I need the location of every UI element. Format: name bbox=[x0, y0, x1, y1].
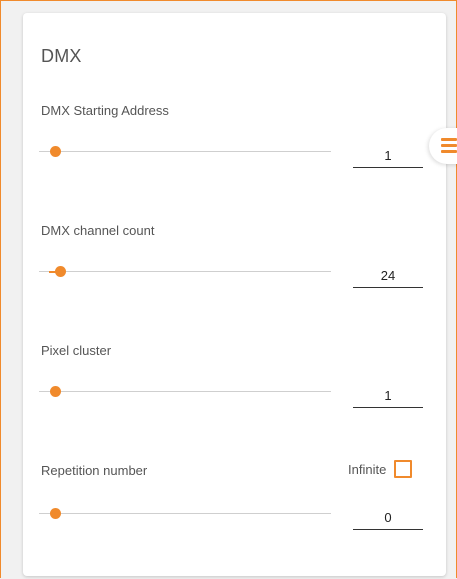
dmx-channel-count-input[interactable] bbox=[353, 263, 423, 288]
dmx-starting-address-slider[interactable] bbox=[39, 146, 331, 157]
pixel-cluster-label: Pixel cluster bbox=[41, 343, 112, 358]
infinite-label: Infinite bbox=[348, 461, 387, 477]
dmx-channel-count-slider[interactable] bbox=[39, 266, 331, 277]
pixel-cluster-slider[interactable] bbox=[39, 386, 331, 397]
dmx-channel-count-label: DMX channel count bbox=[41, 223, 155, 238]
infinite-option[interactable]: Infinite bbox=[348, 460, 413, 478]
pixel-cluster-input[interactable] bbox=[353, 383, 423, 408]
dmx-starting-address-label: DMX Starting Address bbox=[41, 103, 169, 118]
slider-thumb[interactable] bbox=[49, 386, 61, 397]
app-frame: DMX DMX Starting Address DMX channel cou… bbox=[0, 0, 457, 578]
card-title: DMX bbox=[41, 46, 82, 66]
slider-thumb[interactable] bbox=[49, 508, 61, 519]
repetition-number-slider[interactable] bbox=[39, 508, 331, 519]
menu-toggle-button[interactable] bbox=[429, 128, 457, 164]
repetition-number-label: Repetition number bbox=[41, 463, 148, 478]
repetition-number-input[interactable] bbox=[353, 505, 423, 530]
slider-thumb[interactable] bbox=[55, 266, 67, 277]
hamburger-icon bbox=[441, 138, 457, 153]
slider-thumb[interactable] bbox=[49, 146, 61, 157]
infinite-checkbox[interactable] bbox=[394, 460, 413, 478]
dmx-starting-address-input[interactable] bbox=[353, 143, 423, 168]
dmx-settings-card: DMX DMX Starting Address DMX channel cou… bbox=[23, 13, 446, 576]
